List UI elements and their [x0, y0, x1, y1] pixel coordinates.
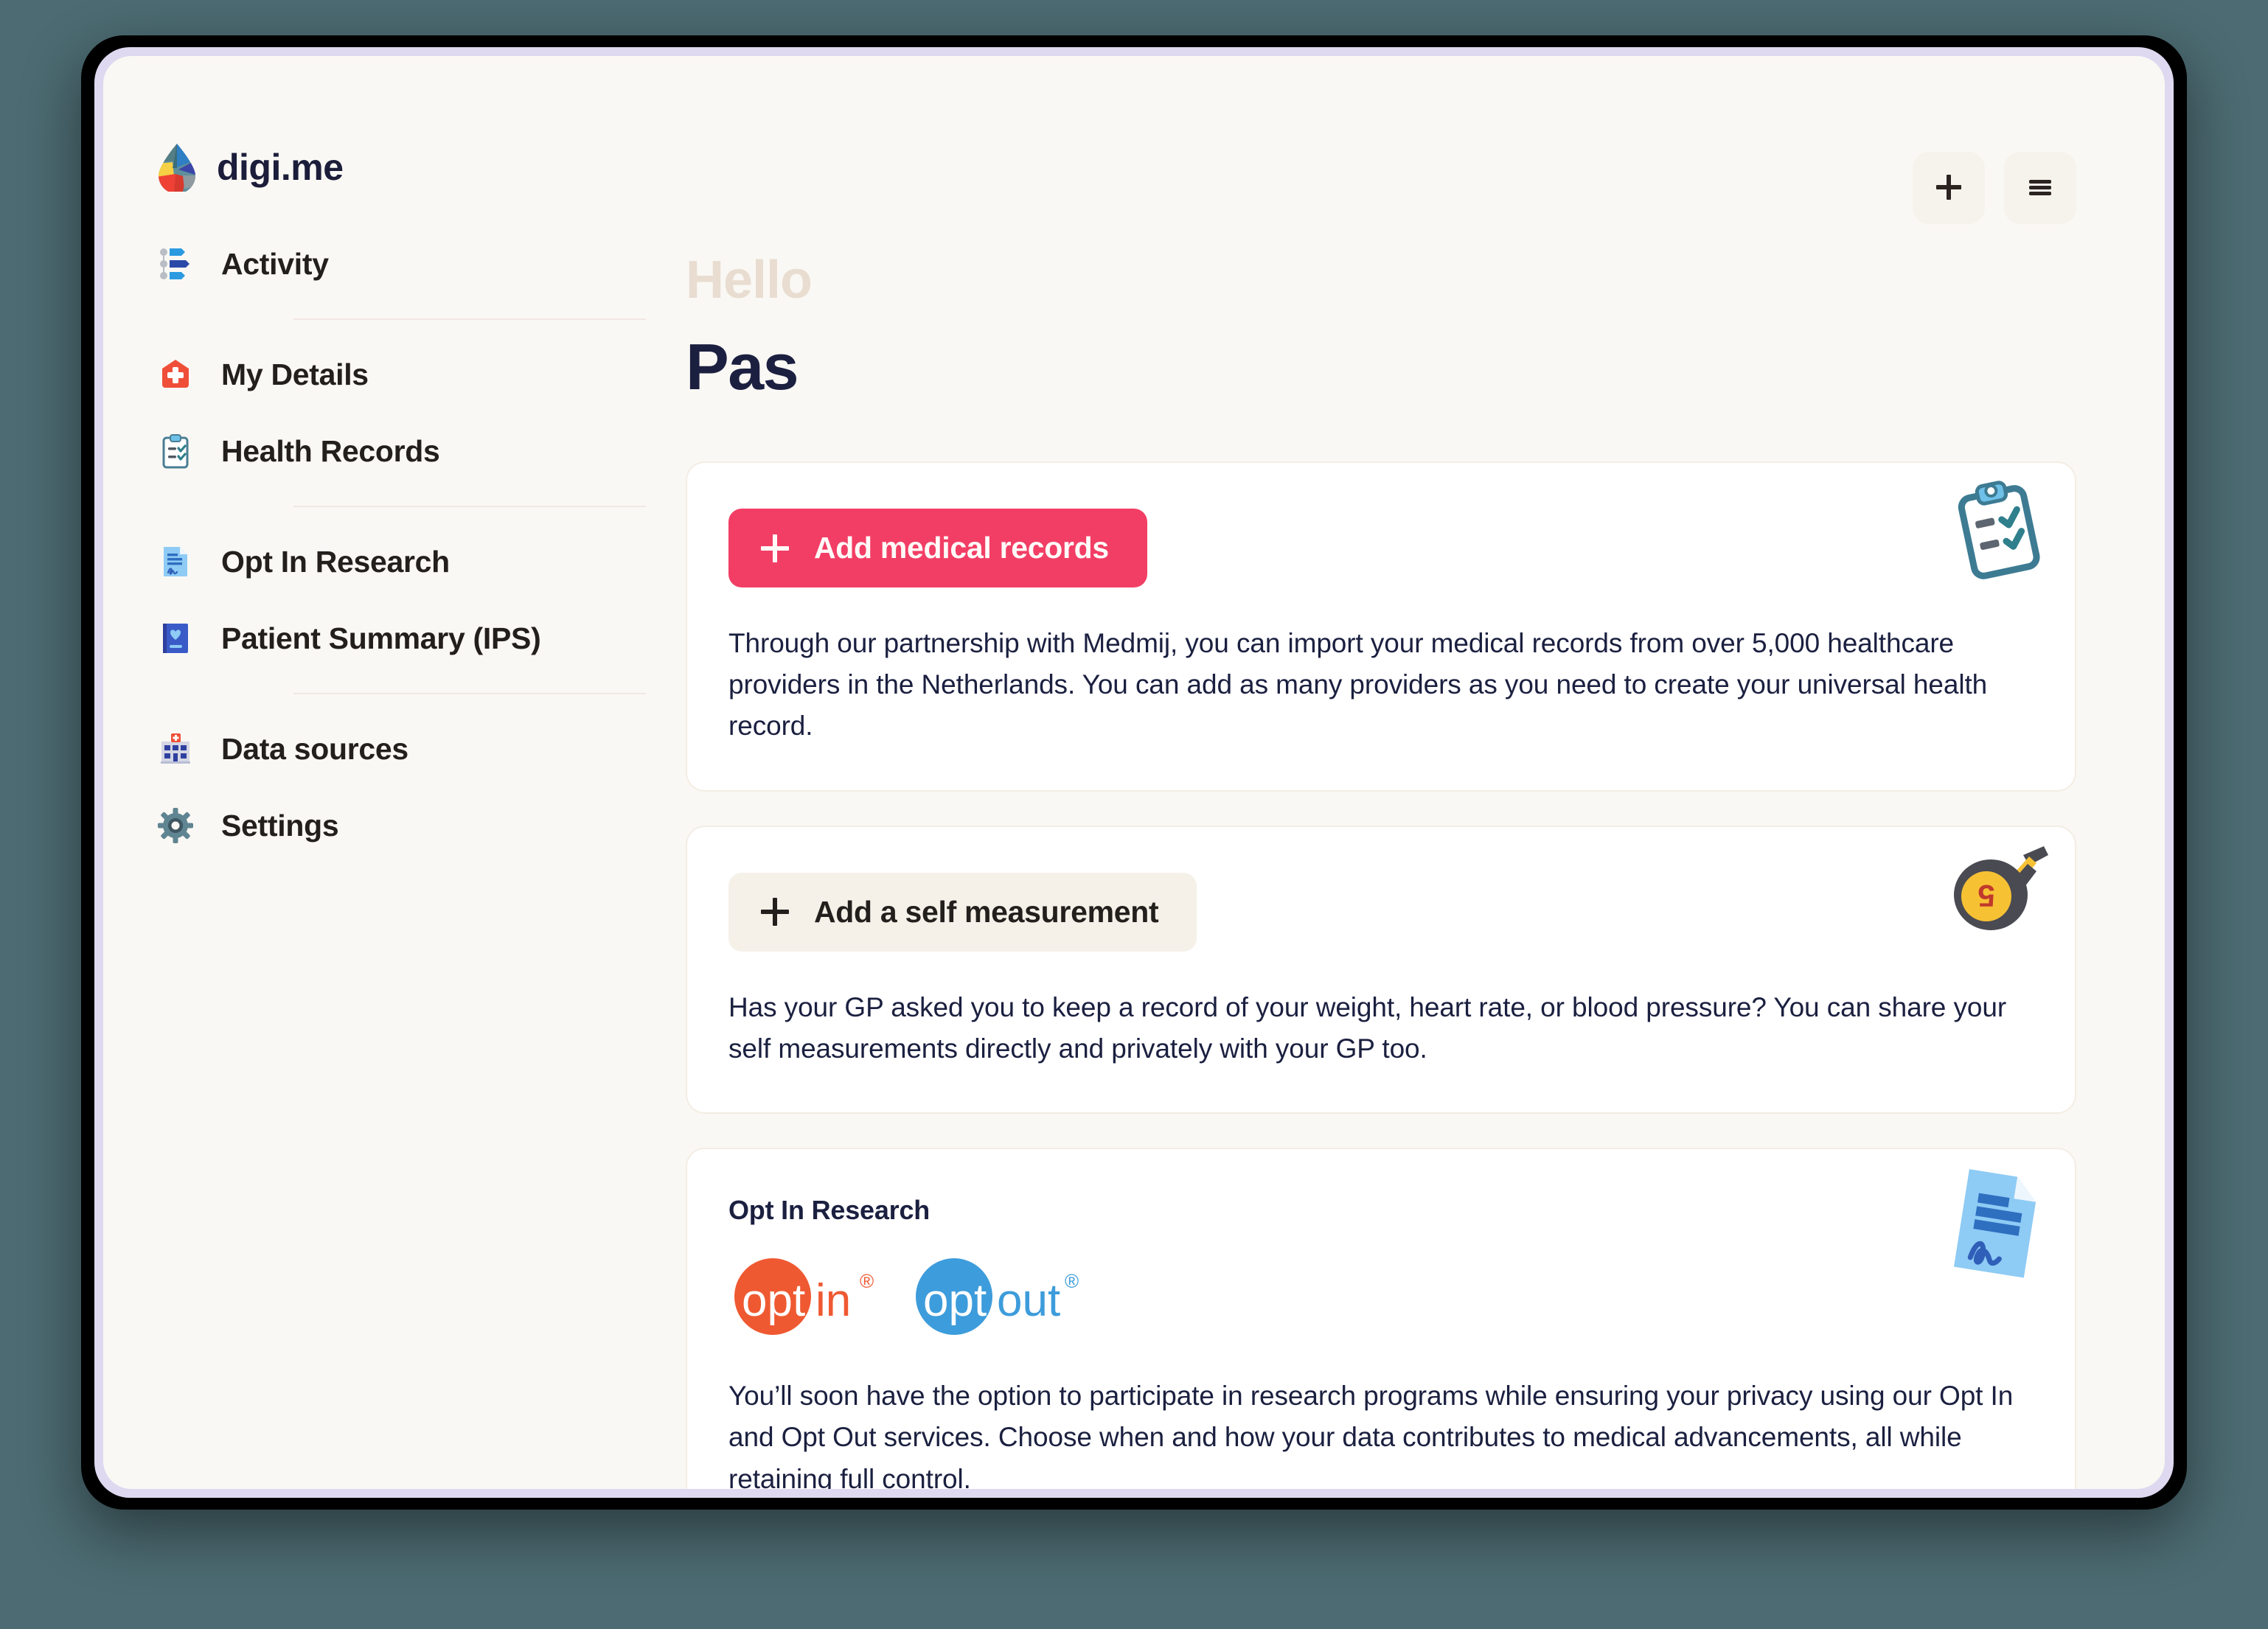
brand[interactable]: digi.me: [103, 56, 671, 192]
page-title: Pas: [686, 330, 799, 403]
sidebar-item-label: Activity: [221, 246, 329, 281]
svg-text:opt: opt: [742, 1275, 805, 1326]
card-body-text: Has your GP asked you to keep a record o…: [728, 991, 2007, 1064]
svg-text:®: ®: [1065, 1270, 1079, 1292]
plus-icon: [761, 898, 789, 927]
add-button[interactable]: [1913, 152, 1985, 224]
svg-text:out: out: [997, 1275, 1060, 1326]
svg-text:opt: opt: [923, 1275, 987, 1326]
topbar-actions: [1913, 152, 2076, 224]
sidebar-item-label: Health Records: [221, 433, 440, 468]
brand-name: digi.me: [217, 147, 344, 188]
sidebar-item-patient-summary[interactable]: Patient Summary (IPS): [103, 600, 671, 677]
red-badge-plus-icon: [156, 355, 195, 394]
sidebar-divider: [293, 506, 646, 507]
svg-text:®: ®: [860, 1270, 874, 1292]
sidebar-item-settings[interactable]: Settings: [103, 787, 671, 864]
blue-book-check-icon: [156, 619, 195, 657]
clipboard-checklist-illustration-icon: [1944, 476, 2054, 587]
sidebar-group-1: Activity: [103, 226, 671, 302]
card-body-text: Through our partnership with Medmij, you…: [728, 628, 1988, 742]
sidebar-item-label: Settings: [221, 808, 339, 843]
plus-icon: [761, 534, 789, 562]
menu-button[interactable]: [2004, 152, 2076, 224]
main-content: Hello Pas Add medical records Through ou…: [671, 56, 2165, 1489]
greeting-hello: Hello: [686, 251, 813, 310]
add-medical-records-button[interactable]: Add medical records: [728, 509, 1147, 587]
clipboard-checklist-icon: [156, 432, 195, 470]
sidebar-group-3: Opt In Research Patient Summary (IPS): [103, 523, 671, 677]
sidebar-item-label: Patient Summary (IPS): [221, 621, 541, 655]
svg-text:5: 5: [1977, 879, 1994, 913]
gear-icon: [156, 806, 195, 845]
card-add-self-measurement: 5 Add a self measurement Has your GP ask…: [686, 825, 2076, 1115]
sidebar-group-2: My Details Health Records: [103, 336, 671, 489]
optin-logo: opt in ®: [728, 1255, 898, 1340]
digime-droplet-logo-icon: [156, 143, 198, 192]
optout-logo: opt out ®: [908, 1255, 1107, 1340]
app-page: digi.me Activity My Details Health Recor…: [103, 56, 2165, 1489]
sidebar-divider: [293, 693, 646, 694]
sidebar-item-label: Opt In Research: [221, 544, 450, 579]
plus-icon: [1934, 172, 1963, 204]
sidebar-item-opt-in-research[interactable]: Opt In Research: [103, 523, 671, 600]
sidebar-item-my-details[interactable]: My Details: [103, 336, 671, 413]
hamburger-menu-icon: [2025, 172, 2055, 204]
tape-measure-illustration-icon: 5: [1941, 834, 2059, 945]
activity-timeline-icon: [156, 245, 195, 283]
sidebar-divider: [293, 318, 646, 320]
sidebar-item-health-records[interactable]: Health Records: [103, 413, 671, 489]
blue-signed-document-icon: [156, 543, 195, 581]
opt-logos: opt in ® opt out ®: [728, 1255, 2023, 1340]
sidebar-item-data-sources[interactable]: Data sources: [103, 711, 671, 787]
hospital-building-icon: [156, 730, 195, 768]
button-label: Add medical records: [814, 531, 1109, 565]
button-label: Add a self measurement: [814, 894, 1159, 929]
sidebar-group-4: Data sources Settings: [103, 711, 671, 864]
sidebar-item-label: Data sources: [221, 731, 408, 766]
add-self-measurement-button[interactable]: Add a self measurement: [728, 872, 1197, 952]
svg-text:in: in: [815, 1275, 851, 1326]
card-body-text: You’ll soon have the option to participa…: [728, 1381, 2014, 1489]
browser-window: digi.me Activity My Details Health Recor…: [94, 47, 2174, 1498]
sidebar-item-label: My Details: [221, 357, 369, 391]
greeting: Hello Pas: [686, 56, 2076, 400]
card-opt-in-research: Opt In Research opt in ® opt out ® You’l…: [686, 1148, 2076, 1489]
sidebar: digi.me Activity My Details Health Recor…: [103, 56, 671, 1489]
cards-container: Add medical records Through our partners…: [686, 461, 2076, 1489]
card-add-medical-records: Add medical records Through our partners…: [686, 461, 2076, 792]
sidebar-item-activity[interactable]: Activity: [103, 226, 671, 302]
card-heading: Opt In Research: [728, 1195, 930, 1226]
